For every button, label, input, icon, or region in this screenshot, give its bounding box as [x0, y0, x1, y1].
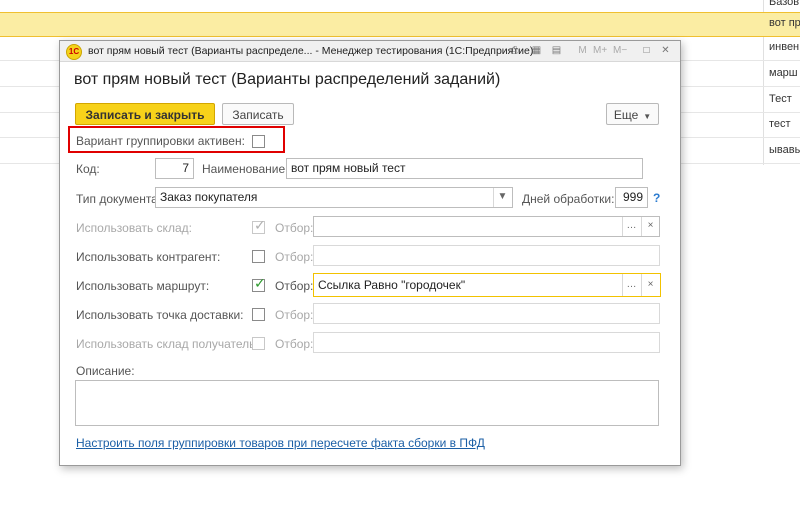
list-item-text: инвен [769, 41, 800, 53]
close-icon[interactable]: ✕ [659, 44, 672, 57]
form-window: 1С вот прям новый тест (Варианты распред… [59, 40, 681, 466]
use-recipient-warehouse-checkbox[interactable] [252, 337, 265, 350]
use-recipient-warehouse-label: Использовать склад получатель: [76, 337, 259, 351]
days-input[interactable]: 999 [615, 187, 648, 208]
save-and-close-button[interactable]: Записать и закрыть [75, 103, 215, 125]
use-contractor-label: Использовать контрагент: [76, 250, 221, 264]
list-item-text: ывавы [769, 144, 800, 156]
route-filter-value: Ссылка Равно "городочек" [318, 278, 466, 292]
name-label: Наименование: [202, 162, 289, 176]
maximize-icon[interactable]: □ [640, 44, 653, 57]
memory-m-icon[interactable]: M [576, 44, 589, 57]
recipient-warehouse-filter-input[interactable] [313, 332, 660, 353]
warehouse-filter-input[interactable]: … × [313, 216, 660, 237]
list-item-text: тест [769, 118, 791, 130]
grouping-active-label: Вариант группировки активен: [76, 134, 245, 148]
code-input[interactable]: 7 [155, 158, 194, 179]
help-icon[interactable]: ? [653, 191, 660, 205]
calendar-icon[interactable]: ▤ [550, 44, 563, 57]
checkmark-icon: ✓ [254, 217, 266, 233]
checkmark-icon: ✓ [254, 275, 266, 291]
form-title: вот прям новый тест (Варианты распределе… [74, 71, 501, 88]
caret-down-icon: ▼ [643, 112, 652, 121]
description-label: Описание: [76, 364, 135, 378]
list-item-text: марш [769, 67, 798, 79]
use-route-label: Использовать маршрут: [76, 279, 210, 293]
delivery-point-filter-input[interactable] [313, 303, 660, 324]
print-icon[interactable]: ⎙ [508, 44, 521, 57]
list-item-text: вот пр [769, 17, 800, 29]
code-label: Код: [76, 162, 100, 176]
use-warehouse-checkbox[interactable]: ✓ [252, 217, 266, 234]
list-item-text: Тест [769, 93, 792, 105]
grouping-active-checkbox[interactable] [252, 135, 265, 148]
memory-m-plus-icon[interactable]: M+ [593, 44, 607, 57]
warehouse-filter-label: Отбор: [275, 221, 314, 235]
dropdown-arrow-icon[interactable]: ▼ [493, 188, 511, 207]
doc-type-label: Тип документа: [76, 192, 162, 206]
more-button[interactable]: Еще ▼ [606, 103, 659, 125]
calculator-icon[interactable]: ▦ [530, 44, 543, 57]
contractor-filter-label: Отбор: [275, 250, 314, 264]
window-titlebar[interactable]: 1С вот прям новый тест (Варианты распред… [60, 41, 680, 62]
name-input[interactable]: вот прям новый тест [286, 158, 643, 179]
save-button[interactable]: Записать [222, 103, 294, 125]
contractor-filter-input[interactable] [313, 245, 660, 266]
window-title: вот прям новый тест (Варианты распределе… [88, 45, 534, 57]
list-item-text: Базов [769, 0, 800, 8]
use-delivery-point-checkbox[interactable] [252, 308, 265, 321]
clear-icon[interactable]: × [641, 217, 659, 236]
1c-logo-icon: 1С [66, 44, 82, 60]
ellipsis-icon[interactable]: … [622, 217, 640, 236]
doc-type-select[interactable]: Заказ покупателя ▼ [155, 187, 513, 208]
use-delivery-point-label: Использовать точка доставки: [76, 308, 244, 322]
route-filter-input[interactable]: Ссылка Равно "городочек" … × [313, 273, 661, 297]
use-route-checkbox[interactable]: ✓ [252, 275, 266, 292]
memory-m-minus-icon[interactable]: M− [613, 44, 627, 57]
configure-grouping-fields-link[interactable]: Настроить поля группировки товаров при п… [76, 436, 485, 450]
use-contractor-checkbox[interactable] [252, 250, 265, 263]
more-button-label: Еще [613, 108, 639, 122]
clear-icon[interactable]: × [641, 274, 659, 296]
days-label: Дней обработки: [522, 192, 615, 206]
route-filter-label: Отбор: [275, 279, 314, 293]
use-warehouse-label: Использовать склад: [76, 221, 192, 235]
recipient-warehouse-filter-label: Отбор: [275, 337, 314, 351]
description-textarea[interactable] [75, 380, 659, 426]
doc-type-value: Заказ покупателя [160, 190, 258, 204]
delivery-point-filter-label: Отбор: [275, 308, 314, 322]
list-item-selected[interactable]: вот пр [0, 12, 800, 37]
ellipsis-icon[interactable]: … [622, 274, 640, 296]
